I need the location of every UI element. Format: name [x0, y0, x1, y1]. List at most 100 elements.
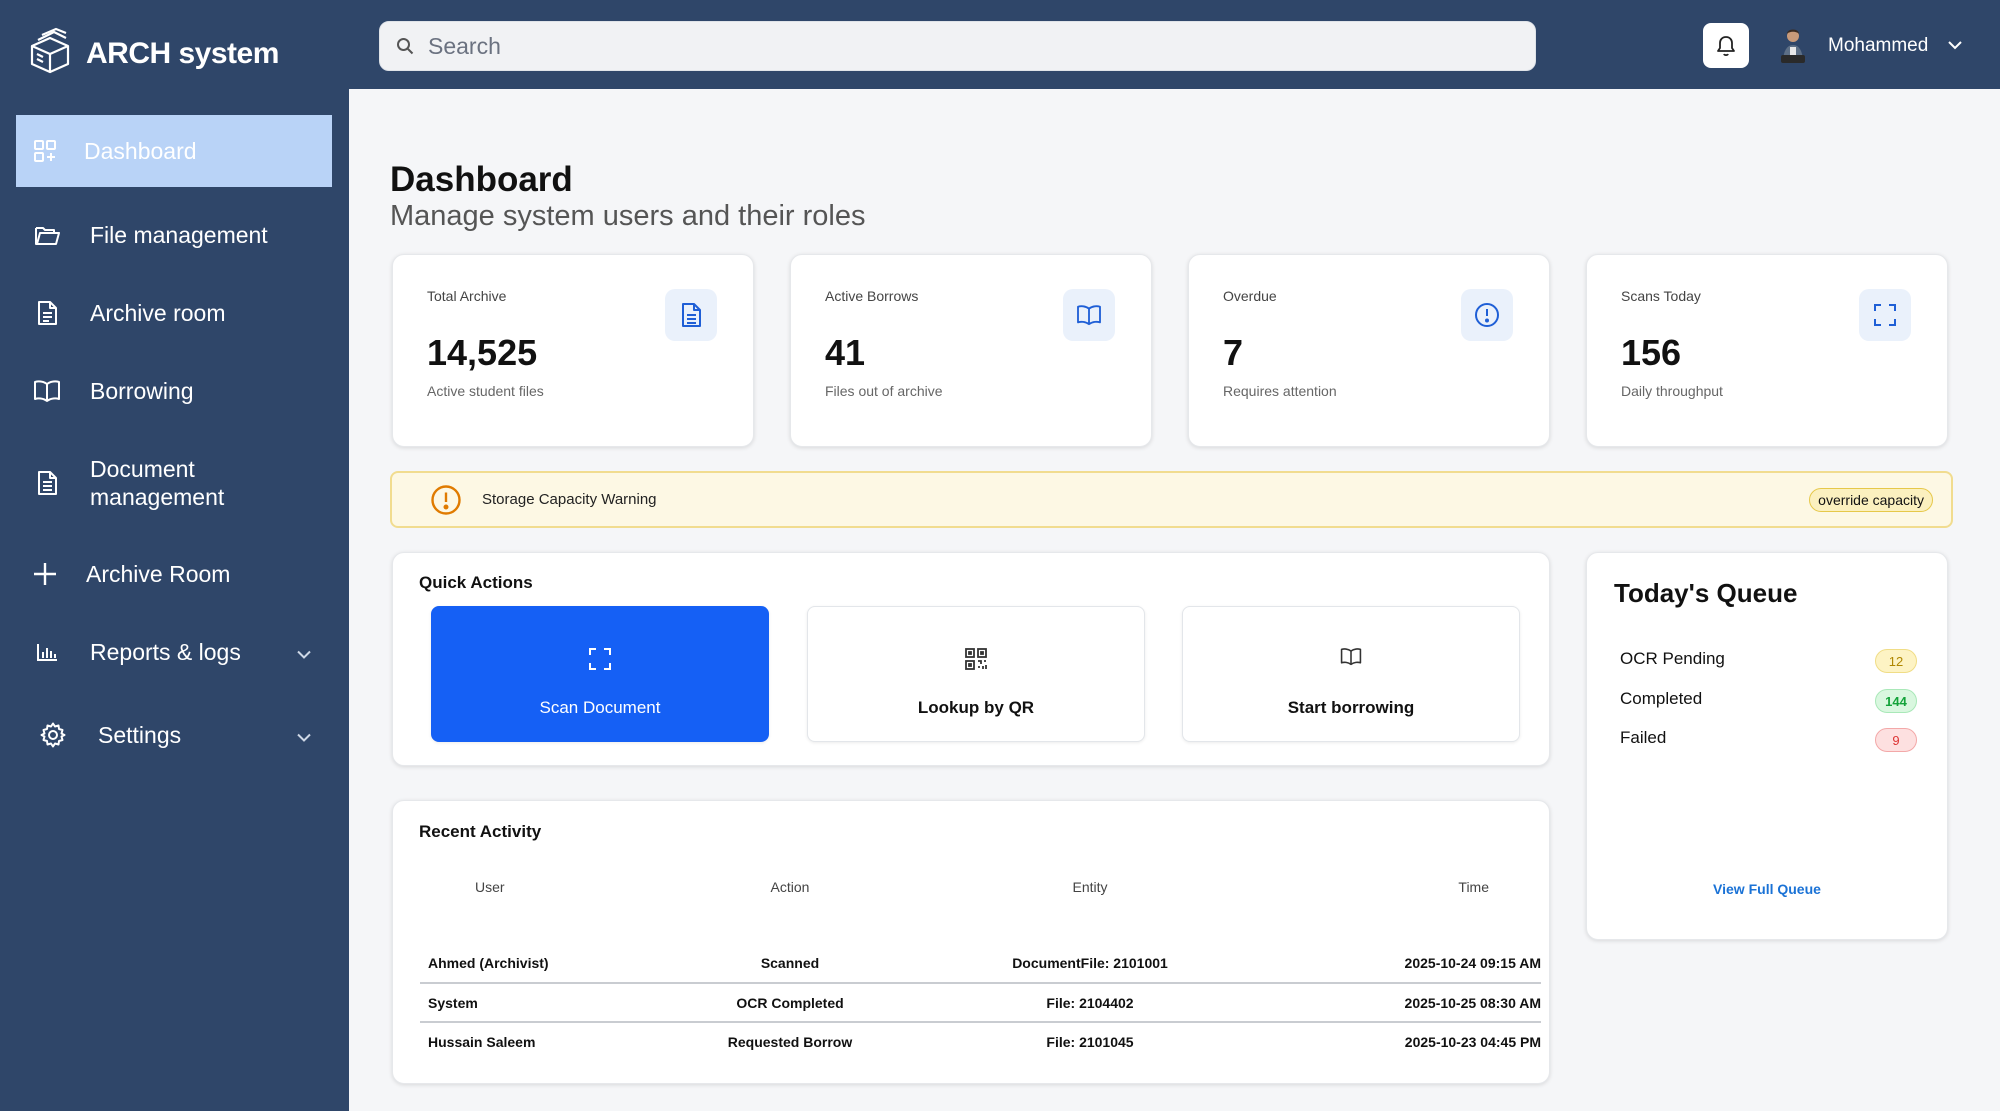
cell-user: System — [428, 994, 478, 1011]
cell-time: 2025-10-25 08:30 AM — [1404, 994, 1541, 1011]
cell-action: Scanned — [760, 955, 820, 971]
sidebar-item-archive-room-add[interactable]: Archive Room — [16, 553, 332, 595]
stat-label: Active Borrows — [825, 288, 919, 304]
qr-code-icon — [964, 647, 988, 671]
status-badge: 144 — [1875, 689, 1917, 713]
cell-entity: File: 2101045 — [1046, 1034, 1134, 1050]
storage-warning-banner: Storage Capacity Warning override capaci… — [390, 471, 1953, 528]
button-label: Lookup by QR — [917, 698, 1035, 717]
app-name: ARCH system — [86, 36, 279, 70]
cell-action: OCR Completed — [736, 994, 844, 1011]
section-title: Quick Actions — [419, 573, 533, 592]
sidebar-item-archive-room[interactable]: Archive room — [16, 292, 332, 334]
scan-document-button[interactable]: Scan Document — [431, 606, 769, 742]
lookup-by-qr-button[interactable]: Lookup by QR — [807, 606, 1145, 742]
sidebar-item-label: Document management — [90, 455, 224, 511]
stat-label: Overdue — [1223, 288, 1277, 304]
button-label: Start borrowing — [1287, 698, 1415, 717]
document-icon — [665, 289, 717, 341]
sidebar-item-label: Borrowing — [90, 377, 194, 404]
quick-actions-panel: Quick Actions Scan Document Lookup by QR… — [392, 552, 1550, 766]
chevron-down-icon[interactable] — [296, 639, 312, 666]
stat-sub: Requires attention — [1223, 383, 1337, 399]
search-icon — [396, 37, 414, 55]
stat-card-scans-today: Scans Today 156 Daily throughput — [1586, 254, 1948, 447]
cell-action: Requested Borrow — [727, 1034, 853, 1050]
cell-entity: File: 2104402 — [1046, 994, 1134, 1011]
column-header: User — [475, 879, 505, 895]
stat-value: 14,525 — [427, 332, 538, 373]
bell-icon — [1716, 35, 1736, 57]
stat-sub: Files out of archive — [825, 383, 943, 399]
column-header: Time — [1458, 879, 1489, 895]
stat-card-overdue: Overdue 7 Requires attention — [1188, 254, 1550, 447]
sidebar-item-settings[interactable]: Settings — [16, 714, 332, 756]
cell-user: Ahmed (Archivist) — [428, 955, 549, 971]
search-bar[interactable] — [379, 21, 1536, 71]
sidebar-item-borrowing[interactable]: Borrowing — [16, 370, 332, 412]
dashboard-grid-icon — [30, 136, 60, 166]
sidebar-item-label: Reports & logs — [90, 638, 241, 665]
gear-icon — [38, 720, 68, 750]
sidebar-item-file-management[interactable]: File management — [16, 214, 332, 256]
cell-time: 2025-10-24 09:15 AM — [1404, 955, 1541, 971]
document-icon — [32, 298, 62, 328]
stat-label: Total Archive — [427, 288, 507, 304]
sidebar: ARCH system Dashboard File management Ar… — [0, 0, 349, 1111]
sidebar-item-label: Dashboard — [84, 137, 197, 164]
sidebar-item-label: Settings — [98, 721, 182, 748]
table-row[interactable]: Ahmed (Archivist) Scanned DocumentFile: … — [420, 944, 1541, 983]
book-open-icon — [1063, 289, 1115, 341]
book-open-icon — [32, 376, 62, 406]
start-borrowing-button[interactable]: Start borrowing — [1182, 606, 1520, 742]
table-row[interactable]: System OCR Completed File: 2104402 2025-… — [420, 983, 1541, 1022]
sidebar-item-dashboard[interactable]: Dashboard — [16, 115, 332, 187]
view-full-queue-link[interactable]: View Full Queue — [1587, 881, 1947, 897]
search-input[interactable] — [428, 32, 1478, 60]
document-list-icon — [32, 468, 62, 498]
scan-icon — [588, 647, 612, 671]
cell-user: Hussain Saleem — [428, 1034, 536, 1050]
table-row[interactable]: Hussain Saleem Requested Borrow File: 21… — [420, 1022, 1541, 1061]
status-badge: 12 — [1875, 649, 1917, 673]
chevron-down-icon[interactable] — [296, 722, 312, 749]
page-title: Dashboard — [390, 160, 573, 199]
sidebar-item-label: Archive Room — [86, 560, 231, 587]
stat-sub: Daily throughput — [1621, 383, 1723, 399]
activity-table: User Action Entity Time Ahmed (Archivist… — [420, 869, 1541, 1061]
stat-card-active-borrows: Active Borrows 41 Files out of archive — [790, 254, 1152, 447]
stat-label: Scans Today — [1621, 288, 1701, 304]
app-logo[interactable]: ARCH system — [28, 26, 279, 81]
chevron-down-icon[interactable] — [1947, 37, 1963, 55]
sidebar-item-reports-logs[interactable]: Reports & logs — [16, 631, 332, 673]
section-title: Recent Activity — [419, 822, 542, 841]
stat-sub: Active student files — [427, 383, 544, 399]
warning-icon — [430, 484, 462, 516]
queue-title: Today's Queue — [1614, 578, 1798, 608]
column-header: Action — [770, 879, 810, 895]
cell-entity: DocumentFile: 2101001 — [1012, 955, 1168, 971]
label-line-2: management — [90, 484, 225, 510]
table-header-row: User Action Entity Time — [420, 869, 1541, 905]
button-label: Scan Document — [539, 698, 661, 717]
warning-text: Storage Capacity Warning — [482, 491, 657, 508]
folder-icon — [32, 220, 62, 250]
cell-time: 2025-10-23 04:45 PM — [1404, 1034, 1541, 1050]
sidebar-item-label: Archive room — [90, 299, 226, 326]
recent-activity-panel: Recent Activity User Action Entity Time … — [392, 800, 1550, 1084]
bar-chart-icon — [32, 637, 62, 667]
notifications-button[interactable] — [1703, 23, 1749, 68]
scan-icon — [1859, 289, 1911, 341]
stat-value: 7 — [1223, 332, 1244, 373]
alert-circle-icon — [1461, 289, 1513, 341]
avatar[interactable] — [1775, 25, 1811, 65]
stat-value: 156 — [1621, 332, 1682, 373]
user-name[interactable]: Mohammed — [1828, 35, 1928, 57]
plus-icon — [30, 559, 60, 589]
status-badge: 9 — [1875, 728, 1917, 752]
column-header: Entity — [1072, 879, 1108, 895]
todays-queue-panel: Today's Queue OCR Pending 12 Completed 1… — [1586, 552, 1948, 940]
sidebar-item-document-management[interactable]: Document management — [16, 452, 332, 514]
sidebar-item-label: File management — [90, 221, 268, 248]
override-capacity-button[interactable]: override capacity — [1809, 488, 1933, 512]
